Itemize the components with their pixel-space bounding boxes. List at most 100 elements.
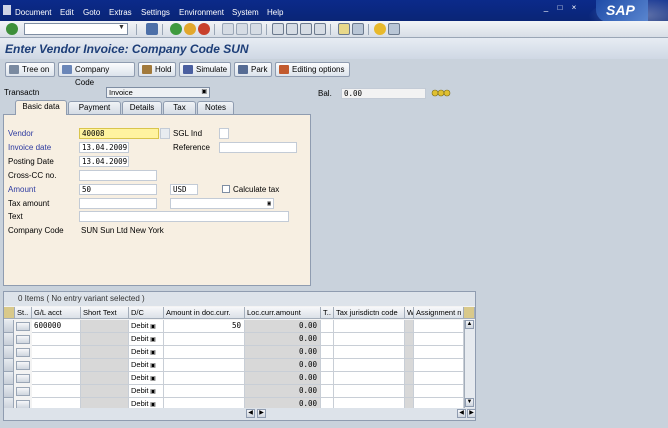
reference-field[interactable] [219,142,297,153]
short-text-cell[interactable] [81,346,129,359]
scroll-up-icon[interactable]: ▲ [465,320,474,329]
tax-jurisdiction-cell[interactable] [334,333,405,346]
scroll-left-end-icon[interactable]: ◀ [457,409,466,418]
row-status-button[interactable] [16,361,30,370]
assignment-cell[interactable] [414,385,464,398]
previous-page-icon[interactable] [286,23,298,35]
debit-credit-cell[interactable]: Debit ▣ [129,359,164,372]
dropdown-icon[interactable]: ▣ [149,376,156,382]
w-cell[interactable] [405,359,414,372]
row-status-button[interactable] [16,322,30,331]
tax-jurisdiction-cell[interactable] [334,372,405,385]
company-code-button[interactable]: Company Code [58,62,135,87]
invoice-date-field[interactable]: 13.04.2009 [79,142,129,153]
debit-credit-cell[interactable]: Debit ▣ [129,346,164,359]
grid-header-tax-jurisdiction[interactable]: Tax jurisdictn code [334,307,405,319]
row-status-button[interactable] [16,335,30,344]
debit-credit-cell[interactable]: Debit ▣ [129,320,164,333]
loc-amount-cell[interactable]: 0.00 [245,372,321,385]
tax-code-cell[interactable] [321,385,334,398]
sgl-ind-field[interactable] [219,128,229,139]
cancel-icon[interactable] [198,23,210,35]
vertical-scrollbar[interactable]: ▲ ▼ [464,320,475,408]
grid-header-amount-doc[interactable]: Amount in doc.curr. [164,307,245,319]
tax-code-cell[interactable] [321,333,334,346]
layout-menu-icon[interactable] [388,23,400,35]
menu-settings[interactable]: Settings [141,8,170,17]
row-status-button[interactable] [16,348,30,357]
posting-date-field[interactable]: 13.04.2009 [79,156,129,167]
next-page-icon[interactable] [300,23,312,35]
w-cell[interactable] [405,385,414,398]
dropdown-icon[interactable]: ▣ [267,200,271,207]
grid-header-short-text[interactable]: Short Text [81,307,129,319]
print-icon[interactable] [222,23,234,35]
gl-account-cell[interactable] [32,346,81,359]
short-text-cell[interactable] [81,372,129,385]
row-selector[interactable] [4,359,14,372]
tax-jurisdiction-cell[interactable] [334,385,405,398]
tax-jurisdiction-cell[interactable] [334,359,405,372]
short-text-cell[interactable] [81,385,129,398]
amount-doc-cell[interactable] [164,333,245,346]
gl-account-cell[interactable] [32,372,81,385]
tab-basic-data[interactable]: Basic data [15,100,67,115]
maximize-icon[interactable]: □ [556,4,564,12]
amount-doc-cell[interactable] [164,359,245,372]
tax-code-cell[interactable] [321,372,334,385]
menu-document[interactable]: Document [15,8,51,17]
first-page-icon[interactable] [272,23,284,35]
tax-amount-field[interactable] [79,198,157,209]
menu-help[interactable]: Help [267,8,283,17]
hold-button[interactable]: Hold [138,62,176,77]
loc-amount-cell[interactable]: 0.00 [245,346,321,359]
menu-system[interactable]: System [232,8,259,17]
dropdown-icon[interactable]: ▣ [201,89,207,96]
park-button[interactable]: Park [234,62,272,77]
tax-code-cell[interactable] [321,359,334,372]
close-icon[interactable]: × [570,4,578,12]
tab-tax[interactable]: Tax [163,101,196,114]
row-selector[interactable] [4,333,14,346]
column-settings-icon[interactable] [464,307,475,319]
w-cell[interactable] [405,372,414,385]
gl-account-cell[interactable]: 600000 [32,320,81,333]
scroll-right-end-icon[interactable]: ▶ [467,409,476,418]
help-icon[interactable] [374,23,386,35]
transaction-select[interactable]: Invoice ▣ [106,87,210,98]
calculate-tax-checkbox[interactable] [222,185,230,193]
simulate-button[interactable]: Simulate [179,62,231,77]
row-selector[interactable] [4,372,14,385]
dropdown-icon[interactable]: ▣ [149,324,156,330]
loc-amount-cell[interactable]: 0.00 [245,385,321,398]
tax-code-cell[interactable] [321,346,334,359]
loc-amount-cell[interactable]: 0.00 [245,359,321,372]
last-page-icon[interactable] [314,23,326,35]
minimize-icon[interactable]: _ [542,4,550,12]
row-status-button[interactable] [16,374,30,383]
dropdown-icon[interactable]: ▣ [149,350,156,356]
grid-header-w[interactable]: W.. [405,307,414,319]
chevron-down-icon[interactable]: ▼ [118,24,125,31]
loc-amount-cell[interactable]: 0.00 [245,333,321,346]
assignment-cell[interactable] [414,359,464,372]
tab-payment[interactable]: Payment [68,101,121,114]
row-status-button[interactable] [16,387,30,396]
vendor-search-icon[interactable] [160,128,170,139]
currency-field[interactable]: USD [170,184,198,195]
gl-account-cell[interactable] [32,333,81,346]
find-icon[interactable] [236,23,248,35]
save-icon[interactable] [146,23,158,35]
text-field[interactable] [79,211,289,222]
grid-header-loc-amount[interactable]: Loc.curr.amount [245,307,321,319]
w-cell[interactable] [405,333,414,346]
horizontal-scrollbar[interactable]: ◀ ▶ ◀ ▶ [4,408,476,420]
vendor-field[interactable]: 40008 [79,128,159,139]
grid-header-gl-acct[interactable]: G/L acct [32,307,81,319]
w-cell[interactable] [405,320,414,333]
debit-credit-cell[interactable]: Debit ▣ [129,333,164,346]
grid-header-tax[interactable]: T.. [321,307,334,319]
short-text-cell[interactable] [81,359,129,372]
debit-credit-cell[interactable]: Debit ▣ [129,385,164,398]
select-all-icon[interactable] [4,307,15,319]
